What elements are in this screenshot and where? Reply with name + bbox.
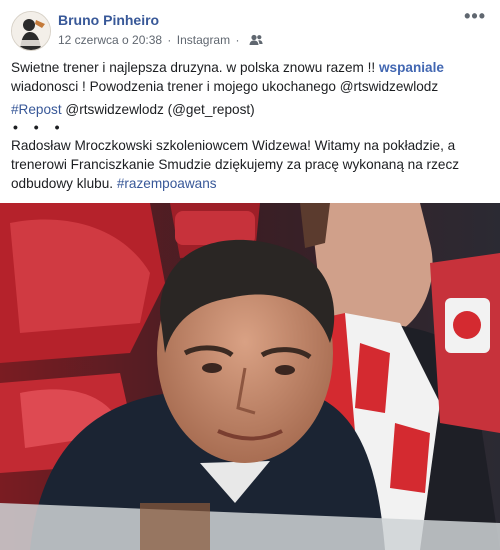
quoted-text: Radosław Mroczkowski szkoleniowcem Widze… [11, 136, 489, 193]
highlighted-word[interactable]: wspaniale [379, 60, 444, 75]
author-name[interactable]: Bruno Pinheiro [58, 12, 159, 28]
photo-illustration [0, 203, 500, 550]
friends-icon[interactable] [249, 34, 263, 46]
dots-divider: • • • [13, 119, 66, 135]
post-photo[interactable] [0, 203, 500, 550]
more-options-icon[interactable]: ••• [464, 6, 486, 27]
post-text-line1: Swietne trener i najlepsza druzyna. w po… [11, 58, 489, 77]
post-meta: 12 czerwca o 20:38 · Instagram · [58, 33, 263, 47]
post-text-main: Swietne trener i najlepsza druzyna. w po… [11, 60, 379, 75]
quoted-text-body: Radosław Mroczkowski szkoleniowcem Widze… [11, 138, 460, 191]
post-text: Swietne trener i najlepsza druzyna. w po… [11, 58, 489, 193]
repost-hashtag[interactable]: #Repost [11, 102, 62, 117]
post-source[interactable]: Instagram [177, 33, 230, 47]
avatar[interactable] [11, 11, 51, 51]
post-header: Bruno Pinheiro 12 czerwca o 20:38 · Inst… [0, 0, 500, 54]
meta-separator: · [167, 33, 172, 47]
quoted-hashtag[interactable]: #razempoawans [117, 176, 217, 191]
meta-separator-2: · [235, 33, 240, 47]
avatar-image [12, 12, 50, 50]
post-date[interactable]: 12 czerwca o 20:38 [58, 33, 162, 47]
repost-credit: @rtswidzewlodz (@get_repost) [61, 102, 255, 117]
post-text-line2: wiadonosci ! Powodzenia trener i mojego … [11, 79, 439, 94]
repost-line: #Repost @rtswidzewlodz (@get_repost) [11, 100, 489, 119]
